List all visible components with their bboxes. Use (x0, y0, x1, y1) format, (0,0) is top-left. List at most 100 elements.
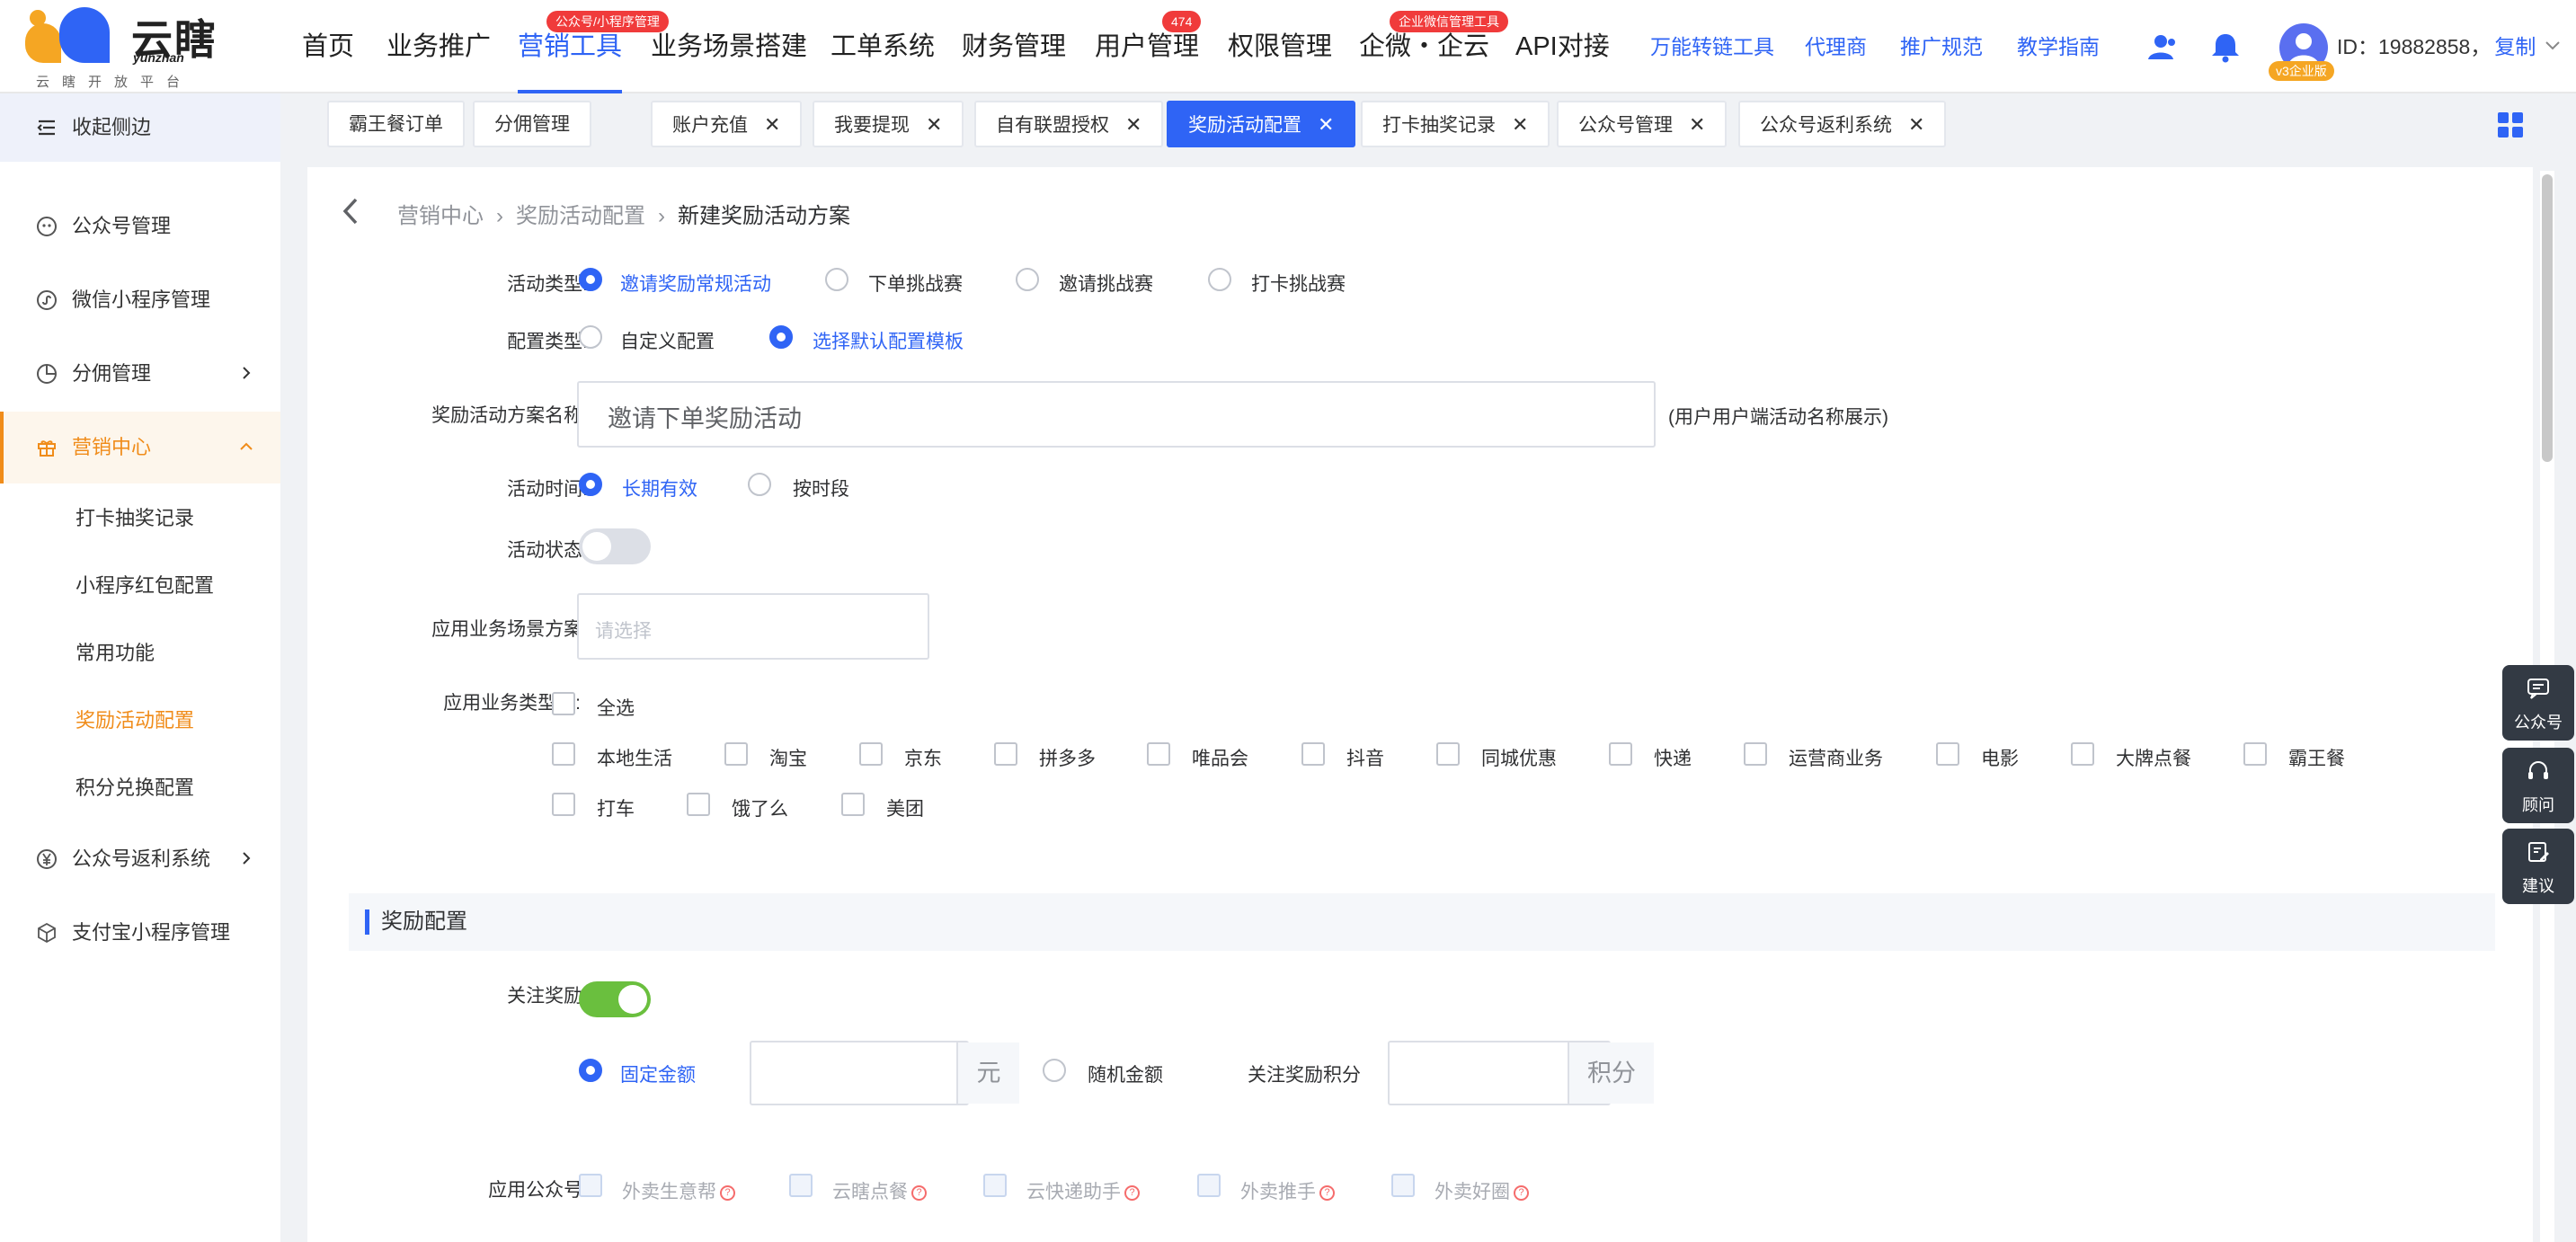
sidebar-sub-points-exchange[interactable]: 积分兑换配置 (0, 755, 280, 821)
close-icon[interactable]: ✕ (1512, 113, 1528, 136)
checkbox-label[interactable]: 唯品会 (1192, 744, 1248, 771)
help-icon[interactable]: ? (720, 1184, 735, 1201)
radio-label[interactable]: 打卡挑战赛 (1251, 270, 1346, 297)
checkbox-label[interactable]: 运营商业务 (1789, 744, 1883, 771)
checkbox-biz-express[interactable] (1609, 742, 1632, 766)
radio-long-term[interactable] (579, 473, 602, 496)
close-icon[interactable]: ✕ (1908, 113, 1924, 136)
float-feedback-button[interactable]: 建议 (2502, 829, 2574, 904)
nav-api[interactable]: API对接 (1515, 0, 1610, 93)
nav-scene-building[interactable]: 业务场景搭建 (651, 0, 807, 93)
checkbox-account-1[interactable] (579, 1174, 602, 1197)
checkbox-biz-taobao[interactable] (724, 742, 748, 766)
checkbox-label[interactable]: 本地生活 (597, 744, 672, 771)
link-agents[interactable]: 代理商 (1805, 0, 1867, 93)
activity-status-toggle[interactable] (579, 528, 651, 564)
checkbox-biz-taxi[interactable] (552, 793, 575, 816)
checkbox-biz-movie[interactable] (1936, 742, 1959, 766)
checkbox-biz-meituan[interactable] (841, 793, 865, 816)
radio-label[interactable]: 选择默认配置模板 (813, 327, 964, 354)
radio-invite-regular[interactable] (579, 268, 602, 291)
copy-id-link[interactable]: 复制 (2494, 35, 2536, 58)
close-icon[interactable]: ✕ (926, 113, 942, 136)
radio-fixed-amount[interactable] (579, 1059, 602, 1082)
logo[interactable]: 云瞎 yunzhan 云瞎开放平台 (23, 5, 225, 90)
checkbox-biz-vip[interactable] (1147, 742, 1170, 766)
sidebar-sub-common[interactable]: 常用功能 (0, 620, 280, 687)
float-advisor-button[interactable]: 顾问 (2502, 748, 2574, 823)
checkbox-label[interactable]: 同城优惠 (1481, 744, 1557, 771)
radio-custom-config[interactable] (579, 325, 602, 349)
breadcrumb-item[interactable]: 营销中心 (397, 204, 484, 228)
sidebar-item-commission[interactable]: 分佣管理 (0, 338, 280, 410)
float-official-account-button[interactable]: 公众号 (2502, 665, 2574, 741)
scene-plan-select[interactable]: 请选择 (577, 593, 929, 660)
tab-commission[interactable]: 分佣管理 (473, 101, 591, 147)
help-icon[interactable]: ? (1124, 1184, 1140, 1201)
sidebar-item-alipay-mini[interactable]: 支付宝小程序管理 (0, 897, 280, 969)
checkbox-biz-brand-dining[interactable] (2071, 742, 2094, 766)
radio-label[interactable]: 长期有效 (622, 475, 697, 501)
radio-label[interactable]: 固定金额 (620, 1060, 696, 1087)
tab-withdraw[interactable]: 我要提现 ✕ (813, 101, 964, 147)
tab-union-auth[interactable]: 自有联盟授权 ✕ (974, 101, 1164, 147)
checkbox-select-all[interactable] (552, 692, 575, 715)
checkbox-biz-pdd[interactable] (994, 742, 1017, 766)
follow-reward-toggle[interactable] (579, 981, 651, 1017)
checkbox-biz-local-deals[interactable] (1436, 742, 1460, 766)
tab-bawang-orders[interactable]: 霸王餐订单 (327, 101, 465, 147)
follow-points-input[interactable]: 积分 (1388, 1041, 1654, 1105)
sidebar-collapse[interactable]: 收起侧边 (0, 93, 280, 162)
sidebar-item-marketing-center[interactable]: 营销中心 (0, 412, 280, 483)
grid-menu-icon[interactable] (2497, 111, 2524, 138)
sidebar-item-official-account[interactable]: 公众号管理 (0, 191, 280, 262)
tab-checkin-records[interactable]: 打卡抽奖记录 ✕ (1361, 101, 1550, 147)
close-icon[interactable]: ✕ (1125, 113, 1141, 136)
checkbox-biz-bawang[interactable] (2243, 742, 2267, 766)
link-link-converter[interactable]: 万能转链工具 (1650, 0, 1774, 93)
back-arrow-icon[interactable] (340, 196, 363, 226)
checkbox-label[interactable]: 淘宝 (769, 744, 807, 771)
checkbox-label[interactable]: 抖音 (1346, 744, 1384, 771)
sidebar-item-rebate-system[interactable]: 公众号返利系统 (0, 823, 280, 895)
link-promo-rules[interactable]: 推广规范 (1900, 0, 1983, 93)
nav-home[interactable]: 首页 (302, 0, 354, 93)
tab-recharge[interactable]: 账户充值 ✕ (651, 101, 803, 147)
scrollbar-thumb[interactable] (2542, 174, 2553, 462)
close-icon[interactable]: ✕ (764, 113, 780, 136)
close-icon[interactable]: ✕ (1689, 113, 1705, 136)
checkbox-label[interactable]: 全选 (597, 694, 635, 721)
radio-by-period[interactable] (748, 473, 771, 496)
checkbox-account-3[interactable] (983, 1174, 1007, 1197)
checkbox-biz-carrier[interactable] (1744, 742, 1767, 766)
radio-checkin-challenge[interactable] (1208, 268, 1231, 291)
sidebar-sub-checkin-lottery[interactable]: 打卡抽奖记录 (0, 485, 280, 552)
checkbox-label[interactable]: 电影 (1981, 744, 2019, 771)
checkbox-biz-eleme[interactable] (687, 793, 710, 816)
radio-label[interactable]: 邀请奖励常规活动 (620, 270, 771, 297)
checkbox-label[interactable]: 快递 (1654, 744, 1692, 771)
radio-label[interactable]: 自定义配置 (620, 327, 715, 354)
radio-label[interactable]: 下单挑战赛 (868, 270, 963, 297)
checkbox-label[interactable]: 京东 (904, 744, 942, 771)
nav-promotion[interactable]: 业务推广 (386, 0, 491, 93)
checkbox-label[interactable]: 大牌点餐 (2116, 744, 2191, 771)
help-icon[interactable]: ? (1514, 1184, 1529, 1201)
link-tutorial[interactable]: 教学指南 (2017, 0, 2100, 93)
checkbox-account-2[interactable] (789, 1174, 813, 1197)
checkbox-account-5[interactable] (1391, 1174, 1415, 1197)
radio-order-challenge[interactable] (825, 268, 848, 291)
tab-reward-config[interactable]: 奖励活动配置 ✕ (1167, 101, 1356, 147)
checkbox-label[interactable]: 美团 (886, 794, 924, 821)
checkbox-biz-douyin[interactable] (1301, 742, 1325, 766)
nav-ticket-system[interactable]: 工单系统 (831, 0, 935, 93)
checkbox-label[interactable]: 霸王餐 (2288, 744, 2345, 771)
contacts-icon[interactable] (2143, 29, 2179, 65)
tab-rebate-system[interactable]: 公众号返利系统 ✕ (1738, 101, 1947, 147)
breadcrumb-item[interactable]: 奖励活动配置 (516, 204, 645, 228)
tab-official-account[interactable]: 公众号管理 ✕ (1557, 101, 1728, 147)
nav-finance[interactable]: 财务管理 (962, 0, 1066, 93)
radio-invite-challenge[interactable] (1016, 268, 1039, 291)
checkbox-account-4[interactable] (1197, 1174, 1221, 1197)
bell-icon[interactable] (2207, 29, 2243, 65)
